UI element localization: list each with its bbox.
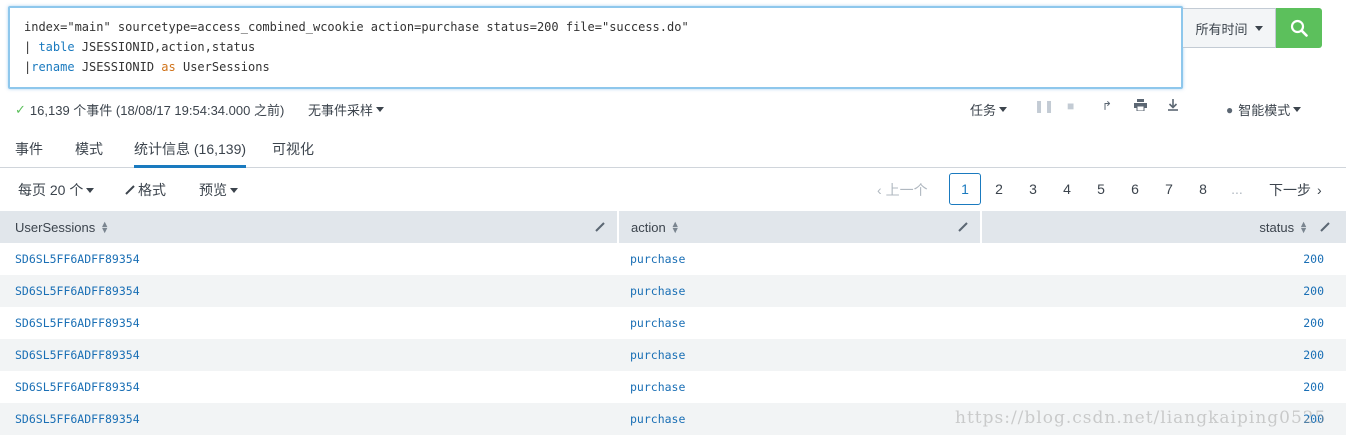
query-line-3: |rename JSESSIONID as UserSessions <box>24 60 270 74</box>
cell-action[interactable]: purchase <box>630 307 685 339</box>
stop-button[interactable]: ■ <box>1067 99 1074 113</box>
search-button[interactable] <box>1276 8 1322 48</box>
sort-icon: ▲ ▼ <box>1299 219 1308 235</box>
column-divider[interactable] <box>617 211 619 243</box>
table-row: SD6SL5FF6ADFF89354 purchase 200 <box>0 243 1346 275</box>
next-page-button[interactable]: 下一步 › <box>1269 180 1322 200</box>
cell-usersessions[interactable]: SD6SL5FF6ADFF89354 <box>15 403 140 435</box>
cell-usersessions[interactable]: SD6SL5FF6ADFF89354 <box>15 371 140 403</box>
bulb-icon: ● <box>1226 102 1234 117</box>
column-header-usersessions[interactable]: UserSessions ▲ ▼ <box>15 211 109 243</box>
chevron-down-icon <box>999 107 1008 112</box>
download-icon <box>1168 99 1178 111</box>
chevron-down-icon <box>86 187 95 193</box>
column-divider[interactable] <box>980 211 982 243</box>
column-header-status[interactable]: status ▲ ▼ <box>1259 211 1308 243</box>
cell-status[interactable]: 200 <box>1303 403 1324 435</box>
job-status-bar: ✓ 16,139 个事件 (18/08/17 19:54:34.000 之前) … <box>0 96 1346 122</box>
per-page-dropdown[interactable]: 每页 20 个 <box>18 180 95 200</box>
event-sampling-dropdown[interactable]: 无事件采样 <box>308 100 385 119</box>
stop-icon: ■ <box>1067 99 1075 113</box>
chevron-down-icon <box>1254 25 1263 31</box>
print-button[interactable] <box>1134 99 1147 111</box>
chevron-down-icon <box>1293 107 1302 112</box>
table-header: UserSessions ▲ ▼ action ▲ ▼ status ▲ ▼ <box>0 211 1346 243</box>
pencil-icon <box>125 185 135 195</box>
cell-usersessions[interactable]: SD6SL5FF6ADFF89354 <box>15 275 140 307</box>
pencil-icon[interactable] <box>593 220 607 234</box>
search-mode-dropdown[interactable]: ● 智能模式 <box>1226 100 1302 119</box>
tab-patterns[interactable]: 模式 <box>75 139 103 168</box>
time-range-picker[interactable]: 所有时间 <box>1183 8 1276 48</box>
event-count-status: ✓ 16,139 个事件 (18/08/17 19:54:34.000 之前) <box>15 101 285 119</box>
chevron-left-icon: ‹ <box>877 182 882 198</box>
table-row: SD6SL5FF6ADFF89354 purchase 200 <box>0 403 1346 435</box>
page-8-button[interactable]: 8 <box>1187 173 1219 205</box>
pause-icon: ❚❚ <box>1034 99 1055 113</box>
export-button[interactable] <box>1167 99 1179 111</box>
cell-status[interactable]: 200 <box>1303 339 1324 371</box>
share-button[interactable]: ↱ <box>1102 99 1112 113</box>
prev-page-button[interactable]: ‹ 上一个 <box>877 180 928 200</box>
cell-action[interactable]: purchase <box>630 275 685 307</box>
sort-icon: ▲ ▼ <box>670 219 680 235</box>
cell-status[interactable]: 200 <box>1303 275 1324 307</box>
results-table: UserSessions ▲ ▼ action ▲ ▼ status ▲ ▼ SD6S… <box>0 211 1346 435</box>
page-4-button[interactable]: 4 <box>1051 173 1083 205</box>
share-icon: ↱ <box>1102 99 1113 113</box>
search-icon <box>1290 19 1308 37</box>
results-tabs: 事件 模式 统计信息 (16,139) 可视化 <box>0 130 1346 168</box>
page-ellipsis: ... <box>1231 181 1243 197</box>
page-5-button[interactable]: 5 <box>1085 173 1117 205</box>
table-row: SD6SL5FF6ADFF89354 purchase 200 <box>0 371 1346 403</box>
chevron-down-icon <box>376 107 385 112</box>
preview-dropdown[interactable]: 预览 <box>199 180 238 200</box>
cell-status[interactable]: 200 <box>1303 307 1324 339</box>
cell-usersessions[interactable]: SD6SL5FF6ADFF89354 <box>15 243 140 275</box>
search-query-input[interactable]: index="main" sourcetype=access_combined_… <box>8 6 1183 89</box>
chevron-down-icon <box>230 187 238 193</box>
table-controls: 每页 20 个 格式 预览 ‹ 上一个 1 2 3 4 5 6 7 8 ... … <box>0 170 1346 210</box>
tab-visualization[interactable]: 可视化 <box>272 139 314 168</box>
page-3-button[interactable]: 3 <box>1017 173 1049 205</box>
page-1-button[interactable]: 1 <box>949 173 981 205</box>
tab-events[interactable]: 事件 <box>15 139 43 168</box>
cell-action[interactable]: purchase <box>630 371 685 403</box>
sort-icon: ▲ ▼ <box>100 219 110 235</box>
pause-button[interactable]: ❚❚ <box>1034 99 1054 113</box>
table-row: SD6SL5FF6ADFF89354 purchase 200 <box>0 275 1346 307</box>
search-bar: index="main" sourcetype=access_combined_… <box>8 6 1328 90</box>
tab-statistics[interactable]: 统计信息 (16,139) <box>134 139 247 168</box>
page-7-button[interactable]: 7 <box>1153 173 1185 205</box>
cell-action[interactable]: purchase <box>630 339 685 371</box>
query-line-2: | table JSESSIONID,action,status <box>24 40 256 54</box>
chevron-right-icon: › <box>1317 182 1322 198</box>
table-row: SD6SL5FF6ADFF89354 purchase 200 <box>0 307 1346 339</box>
pencil-icon[interactable] <box>1318 220 1332 234</box>
pencil-icon[interactable] <box>956 220 970 234</box>
job-menu[interactable]: 任务 <box>970 100 1008 119</box>
format-button[interactable]: 格式 <box>125 180 166 200</box>
column-header-action[interactable]: action ▲ ▼ <box>631 211 680 243</box>
query-line-1: index="main" sourcetype=access_combined_… <box>24 20 689 34</box>
page-6-button[interactable]: 6 <box>1119 173 1151 205</box>
page-2-button[interactable]: 2 <box>983 173 1015 205</box>
table-row: SD6SL5FF6ADFF89354 purchase 200 <box>0 339 1346 371</box>
cell-usersessions[interactable]: SD6SL5FF6ADFF89354 <box>15 307 140 339</box>
checkmark-icon: ✓ <box>15 101 26 117</box>
cell-action[interactable]: purchase <box>630 243 685 275</box>
cell-usersessions[interactable]: SD6SL5FF6ADFF89354 <box>15 339 140 371</box>
time-range-label: 所有时间 <box>1195 21 1248 37</box>
cell-status[interactable]: 200 <box>1303 243 1324 275</box>
cell-action[interactable]: purchase <box>630 403 685 435</box>
print-icon <box>1134 99 1147 111</box>
cell-status[interactable]: 200 <box>1303 371 1324 403</box>
